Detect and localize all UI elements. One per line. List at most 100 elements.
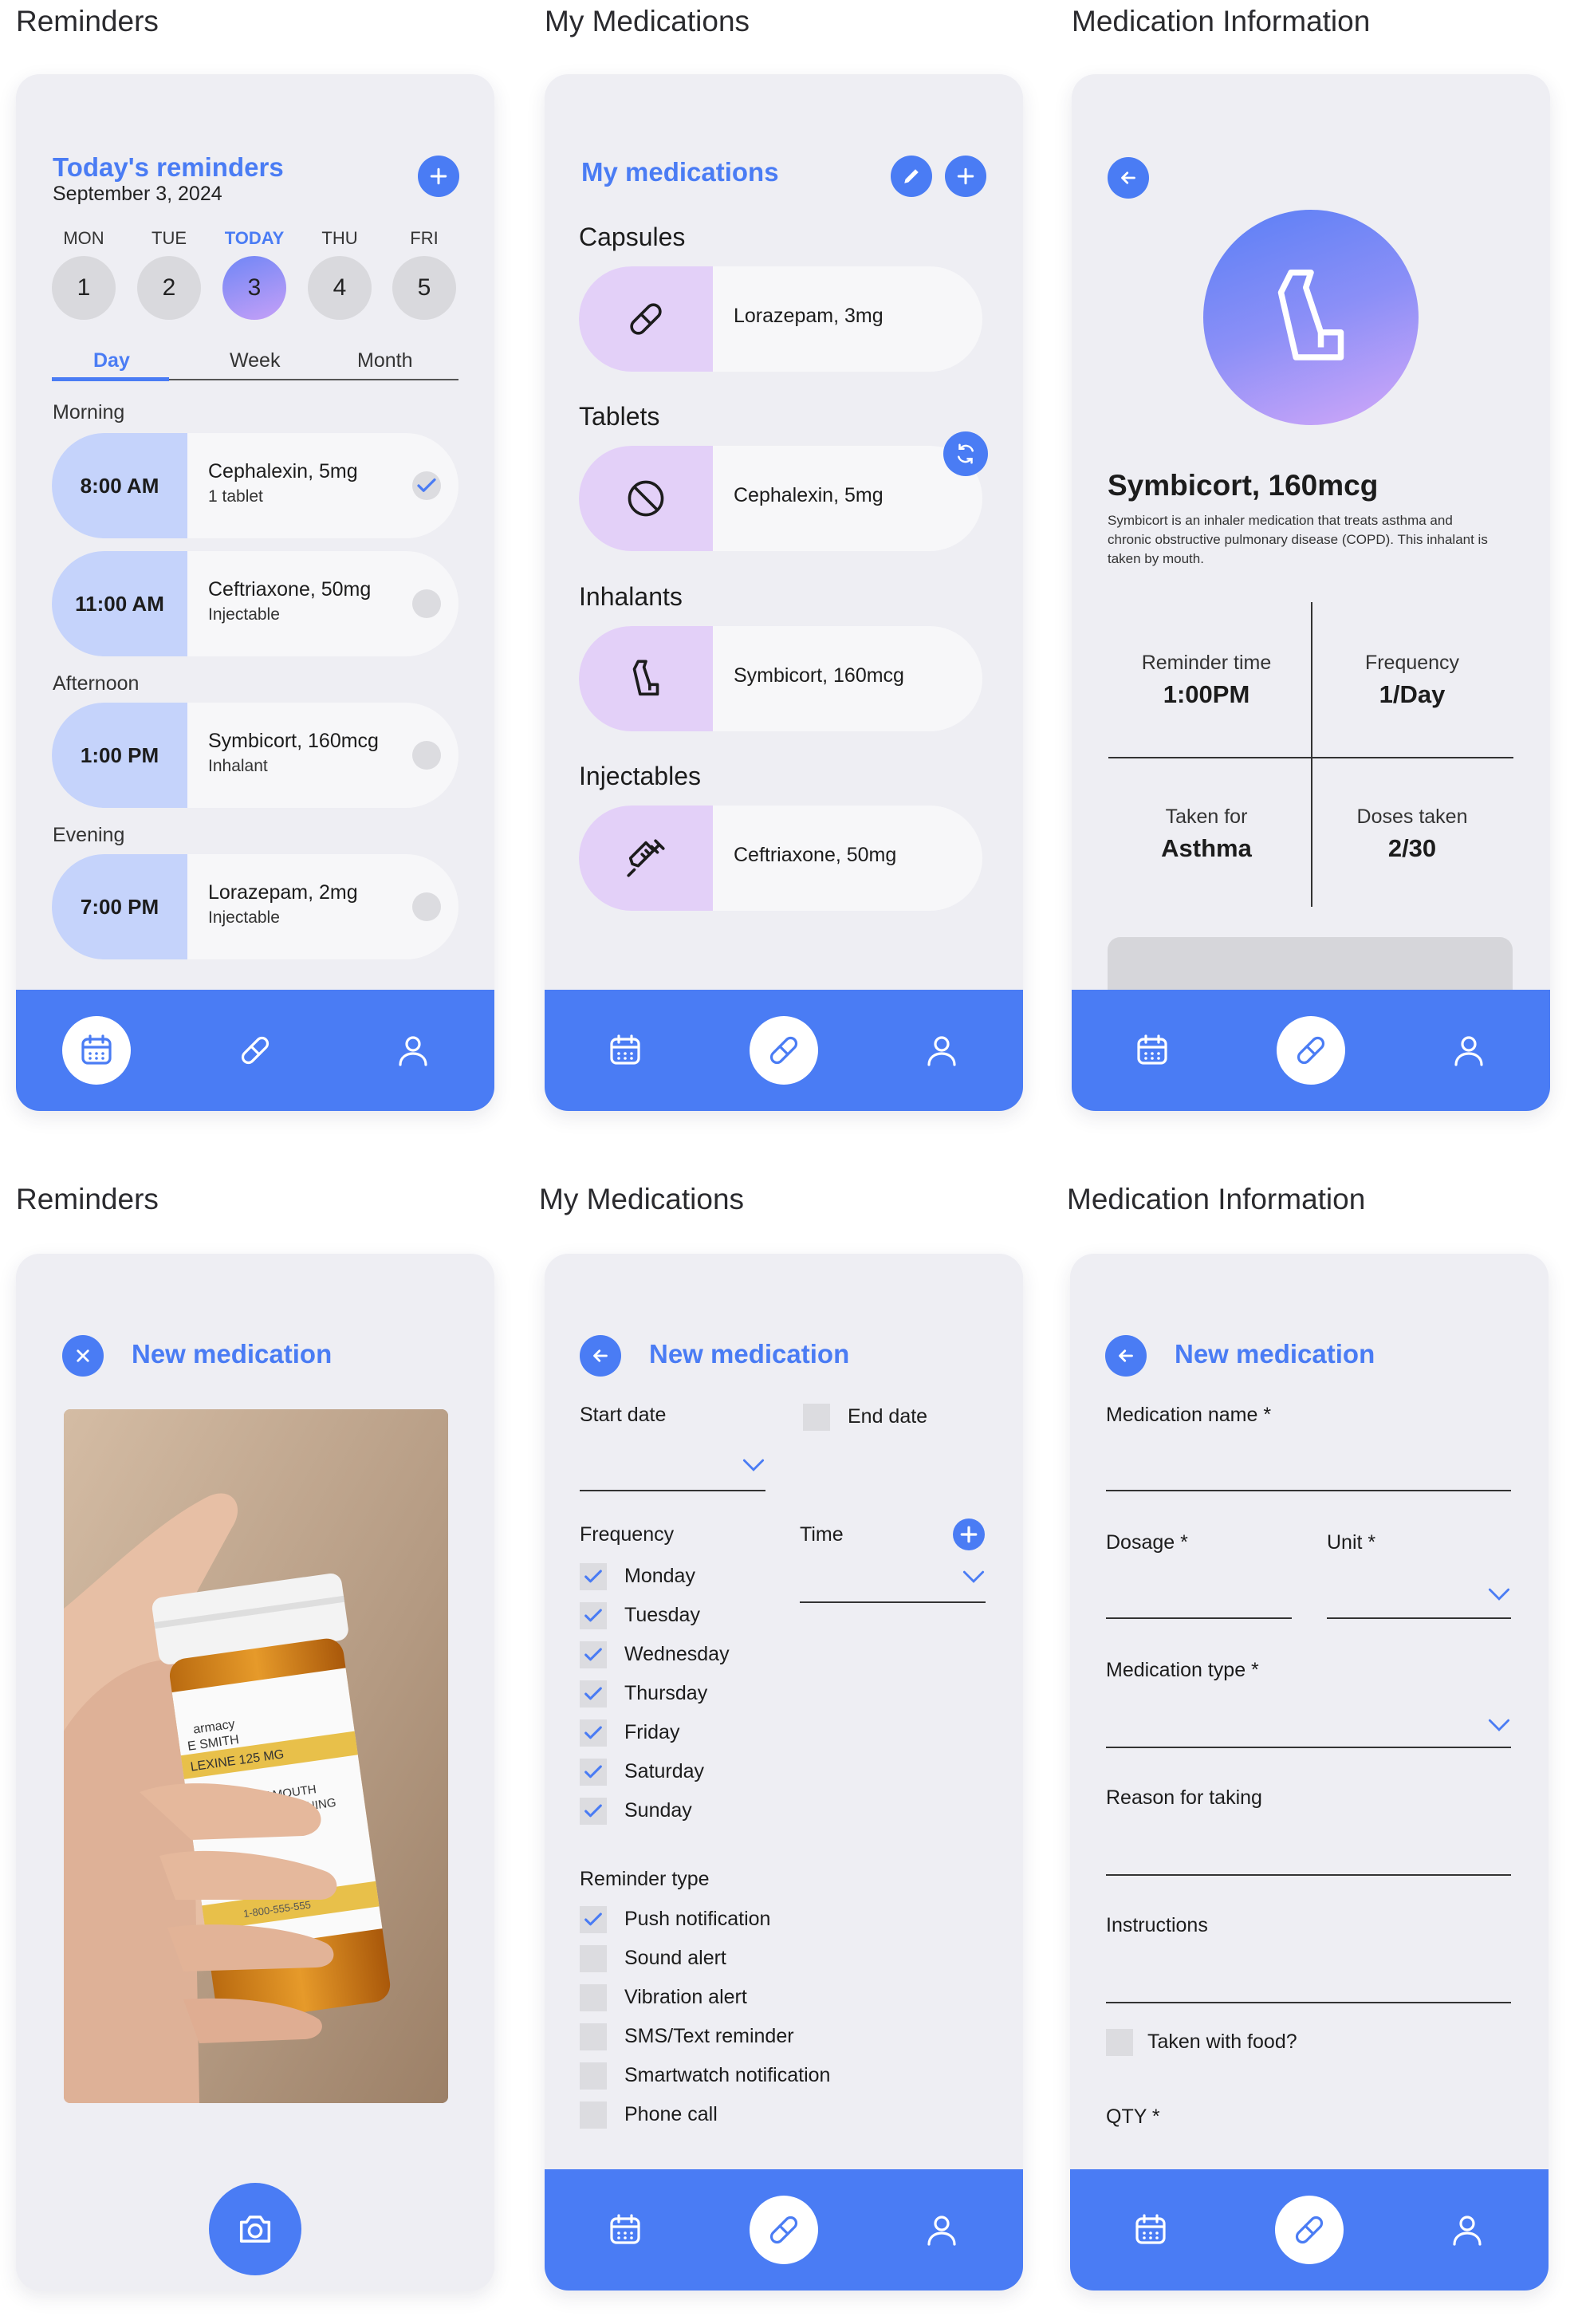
checkbox[interactable] xyxy=(580,1759,607,1786)
nav-medications[interactable] xyxy=(750,1016,818,1085)
chevron-down-icon[interactable] xyxy=(742,1458,765,1472)
nav-medications[interactable] xyxy=(750,2196,818,2264)
checkbox-row[interactable]: Phone call xyxy=(580,2101,819,2130)
checkbox[interactable] xyxy=(580,1984,607,2011)
checkbox[interactable] xyxy=(580,1719,607,1747)
day-button-1[interactable]: 1 xyxy=(52,256,116,320)
nav-profile[interactable] xyxy=(907,2196,976,2264)
nav-calendar[interactable] xyxy=(1116,2196,1185,2264)
checkbox[interactable] xyxy=(580,1680,607,1708)
checkbox[interactable] xyxy=(580,2023,607,2050)
refresh-icon xyxy=(958,443,974,464)
back-button[interactable] xyxy=(1105,1335,1147,1377)
unit-field[interactable] xyxy=(1327,1617,1511,1619)
reminder-done-toggle[interactable] xyxy=(412,892,441,921)
nav-calendar[interactable] xyxy=(62,1016,131,1085)
reminder-done-toggle[interactable] xyxy=(412,471,441,500)
checkbox[interactable] xyxy=(580,1641,607,1668)
medication-type-field[interactable] xyxy=(1106,1747,1511,1748)
new-medication-title: New medication xyxy=(649,1339,850,1369)
tab-week[interactable]: Week xyxy=(230,349,280,372)
tab-day[interactable]: Day xyxy=(93,349,130,372)
checkbox[interactable] xyxy=(1106,2029,1133,2056)
checkbox-row[interactable]: Vibration alert xyxy=(580,1984,819,2013)
medication-card[interactable]: Lorazepam, 3mg xyxy=(579,266,982,372)
nav-medications[interactable] xyxy=(221,1016,289,1085)
checkbox[interactable] xyxy=(580,1906,607,1933)
taken-with-food-checkbox[interactable]: Taken with food? xyxy=(1106,2029,1345,2058)
user-icon xyxy=(1453,2216,1482,2246)
add-time-button[interactable] xyxy=(953,1518,985,1550)
checkbox[interactable] xyxy=(580,1798,607,1825)
bottom-nav xyxy=(16,990,494,1111)
nav-profile[interactable] xyxy=(1434,1016,1503,1085)
reminder-card[interactable]: 8:00 AM Cephalexin, 5mg 1 tablet xyxy=(52,433,458,538)
reminder-subtitle: Inhalant xyxy=(208,757,268,775)
medication-info-name: Symbicort, 160mcg xyxy=(1108,469,1379,502)
checkbox-row[interactable]: Friday xyxy=(580,1719,819,1748)
checkbox[interactable] xyxy=(803,1404,830,1431)
section-label-reminders-2: Reminders xyxy=(16,1183,159,1215)
checkbox-row[interactable]: Smartwatch notification xyxy=(580,2062,830,2091)
dosage-field[interactable] xyxy=(1106,1617,1292,1619)
nav-profile[interactable] xyxy=(379,1016,447,1085)
checkbox-row[interactable]: Sunday xyxy=(580,1798,819,1826)
checkbox-row[interactable]: Sound alert xyxy=(580,1945,819,1974)
close-button[interactable] xyxy=(62,1335,104,1377)
end-date-checkbox[interactable]: End date xyxy=(803,1404,994,1432)
nav-calendar[interactable] xyxy=(591,2196,659,2264)
medication-type-label: Medication type * xyxy=(1106,1659,1259,1681)
nav-medications[interactable] xyxy=(1275,2196,1344,2264)
capture-button[interactable] xyxy=(209,2183,301,2275)
refill-button[interactable] xyxy=(943,431,988,476)
back-button[interactable] xyxy=(580,1335,621,1377)
checkbox-row[interactable]: Saturday xyxy=(580,1759,819,1787)
medication-card[interactable]: Cephalexin, 5mg xyxy=(579,446,982,551)
section-label-reminders: Reminders xyxy=(16,5,159,37)
instructions-field[interactable] xyxy=(1106,2002,1511,2003)
nav-calendar[interactable] xyxy=(591,1016,659,1085)
start-date-field[interactable] xyxy=(580,1490,765,1491)
reminder-card[interactable]: 7:00 PM Lorazepam, 2mg Injectable xyxy=(52,854,458,959)
reminder-done-toggle[interactable] xyxy=(412,589,441,618)
day-button-5[interactable]: 5 xyxy=(392,256,456,320)
chevron-down-icon[interactable] xyxy=(962,1570,985,1584)
add-medication-button[interactable] xyxy=(945,156,986,197)
back-button[interactable] xyxy=(1108,157,1149,199)
day-button-4[interactable]: 4 xyxy=(308,256,372,320)
medication-card[interactable]: Ceftriaxone, 50mg xyxy=(579,806,982,911)
check-icon xyxy=(417,478,436,492)
nav-profile[interactable] xyxy=(907,1016,976,1085)
tab-month[interactable]: Month xyxy=(357,349,412,372)
day-button-2[interactable]: 2 xyxy=(137,256,201,320)
checkbox[interactable] xyxy=(580,2101,607,2129)
time-field[interactable] xyxy=(800,1601,986,1603)
edit-medications-button[interactable] xyxy=(891,156,932,197)
doses-taken-label: Doses taken xyxy=(1356,806,1468,828)
add-reminder-button[interactable] xyxy=(418,156,459,197)
checkbox-row[interactable]: Tuesday xyxy=(580,1602,819,1631)
reason-field[interactable] xyxy=(1106,1874,1511,1876)
checkbox-row[interactable]: Thursday xyxy=(580,1680,819,1709)
reminder-card[interactable]: 11:00 AM Ceftriaxone, 50mg Injectable xyxy=(52,551,458,656)
checkbox[interactable] xyxy=(580,1945,607,1972)
reminder-done-toggle[interactable] xyxy=(412,741,441,770)
checkbox-row[interactable]: Monday xyxy=(580,1563,819,1592)
medication-name-field[interactable] xyxy=(1106,1490,1511,1491)
day-button-3[interactable]: 3 xyxy=(222,256,286,320)
user-icon xyxy=(1454,1036,1483,1066)
checkbox-row[interactable]: Wednesday xyxy=(580,1641,819,1670)
reminder-card[interactable]: 1:00 PM Symbicort, 160mcg Inhalant xyxy=(52,703,458,808)
nav-profile[interactable] xyxy=(1433,2196,1501,2264)
dosage-label: Dosage * xyxy=(1106,1531,1188,1554)
checkbox-row[interactable]: SMS/Text reminder xyxy=(580,2023,819,2052)
medication-card[interactable]: Symbicort, 160mcg xyxy=(579,626,982,731)
checkbox[interactable] xyxy=(580,1602,607,1629)
chevron-down-icon[interactable] xyxy=(1488,1718,1510,1732)
nav-medications[interactable] xyxy=(1277,1016,1345,1085)
nav-calendar[interactable] xyxy=(1118,1016,1186,1085)
chevron-down-icon[interactable] xyxy=(1488,1587,1510,1601)
checkbox-row[interactable]: Push notification xyxy=(580,1906,819,1935)
checkbox[interactable] xyxy=(580,2062,607,2090)
checkbox[interactable] xyxy=(580,1563,607,1590)
